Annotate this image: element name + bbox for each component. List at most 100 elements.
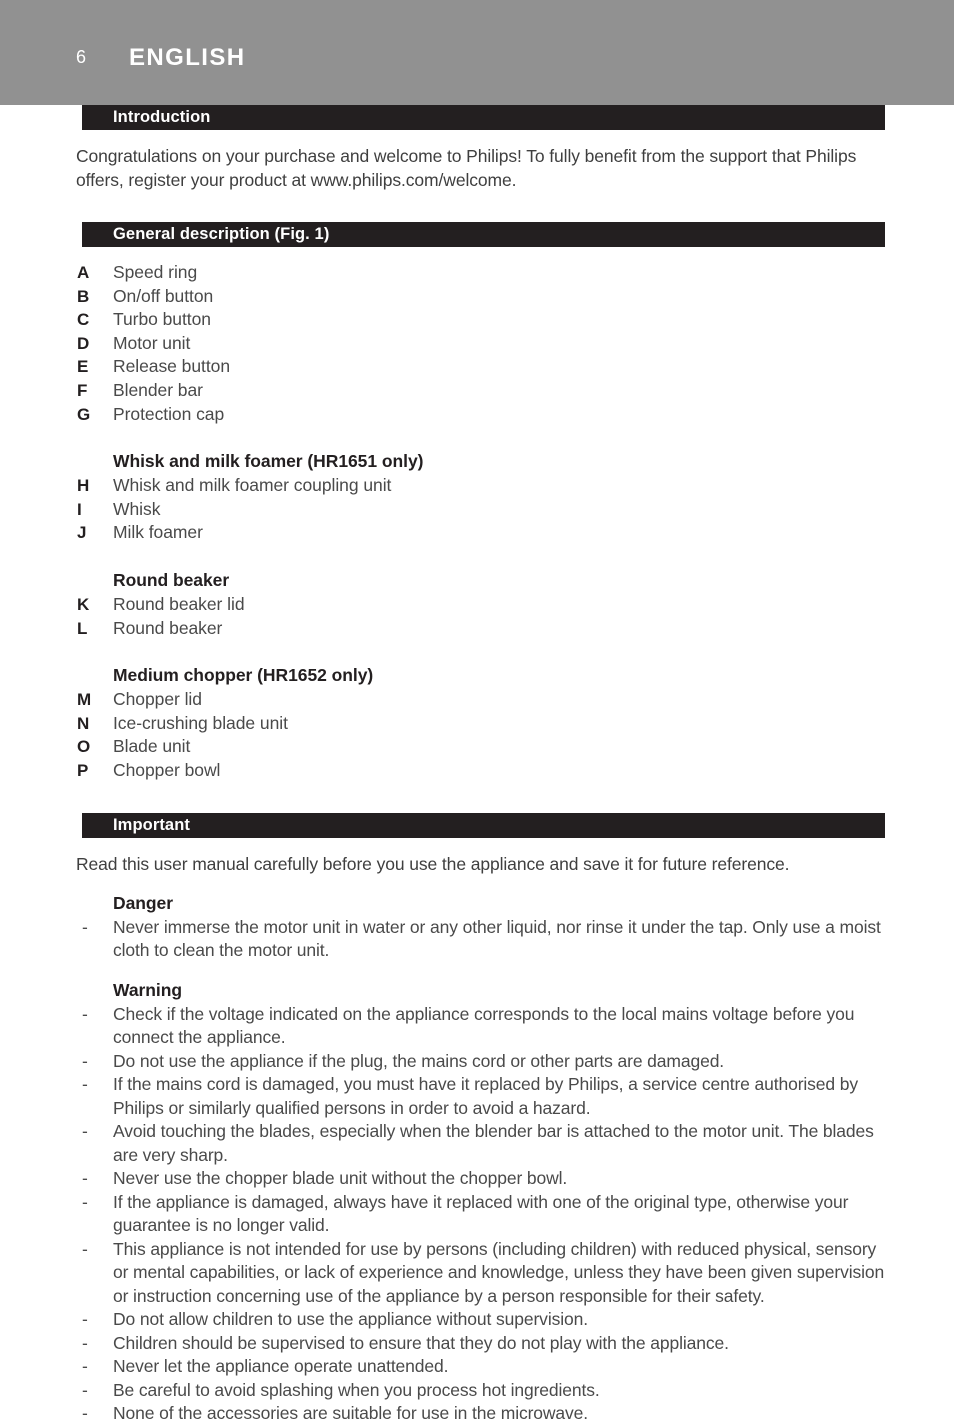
list-item: G Protection cap	[0, 403, 954, 427]
part-letter: G	[77, 404, 91, 424]
list-item: D Motor unit	[0, 332, 954, 356]
list-item: E Release button	[0, 355, 954, 379]
bullet-dash: -	[82, 1379, 88, 1400]
subheading-chopper-group: Medium chopper (HR1652 only)	[113, 665, 374, 686]
part-name: Blender bar	[113, 379, 203, 400]
bullet-text: Never let the appliance operate unattend…	[113, 1356, 449, 1376]
bullet-text: If the appliance is damaged, always have…	[113, 1191, 849, 1236]
bullet-dash: -	[82, 1356, 88, 1376]
part-name: Round beaker	[113, 617, 223, 638]
part-name: Speed ring	[113, 262, 198, 282]
introduction-paragraph: Congratulations on your purchase and wel…	[76, 146, 857, 190]
section-bar-important: Important	[82, 812, 885, 838]
list-item: J Milk foamer	[0, 521, 954, 545]
section-bar-label-important: Important	[113, 815, 190, 834]
part-name: Blade unit	[113, 736, 191, 757]
section-bar-label-introduction: Introduction	[113, 108, 211, 127]
part-name: Chopper lid	[113, 689, 202, 710]
list-item: - Do not use the appliance if the plug, …	[0, 1050, 954, 1074]
part-name: Ice-crushing blade unit	[113, 712, 288, 733]
part-name: Whisk	[113, 498, 161, 519]
part-letter: K	[77, 594, 90, 614]
page-title: ENGLISH	[129, 44, 246, 71]
bullet-text: None of the accessories are suitable for…	[113, 1403, 589, 1423]
bullet-dash: -	[82, 916, 88, 937]
subheading-beaker-group: Round beaker	[113, 569, 230, 590]
subheading-warning: Warning	[113, 979, 182, 1000]
important-paragraph: Read this user manual carefully before y…	[76, 853, 790, 874]
bullet-dash: -	[82, 1238, 88, 1259]
part-letter: D	[77, 333, 90, 353]
list-item: - If the mains cord is damaged, you must…	[0, 1073, 954, 1120]
bullet-dash: -	[82, 1003, 88, 1024]
bullet-text: Avoid touching the blades, especially wh…	[113, 1121, 874, 1165]
list-item: N Ice-crushing blade unit	[0, 712, 954, 736]
bullet-text: Check if the voltage indicated on the ap…	[113, 1003, 855, 1048]
list-item: - Children should be supervised to ensur…	[0, 1332, 954, 1356]
part-name: Whisk and milk foamer coupling unit	[113, 475, 392, 496]
list-item: B On/off button	[0, 285, 954, 309]
part-list-beaker: K Round beaker lid L Round beaker	[0, 593, 954, 640]
bullet-dash: -	[82, 1050, 88, 1071]
part-name: Round beaker lid	[113, 593, 245, 614]
list-item: - Never let the appliance operate unatte…	[0, 1355, 954, 1379]
part-name: Protection cap	[113, 403, 225, 424]
part-list-chopper: M Chopper lid N Ice-crushing blade unit …	[0, 688, 954, 782]
list-item: - Avoid touching the blades, especially …	[0, 1120, 954, 1167]
bullet-dash: -	[82, 1074, 88, 1094]
part-letter: F	[77, 380, 88, 400]
list-item: P Chopper bowl	[0, 759, 954, 783]
part-name: On/off button	[113, 285, 214, 306]
part-letter: A	[77, 263, 90, 282]
page-content: Introduction Congratulations on your pur…	[0, 105, 954, 1426]
part-letter: B	[77, 286, 90, 306]
bullet-text: Be careful to avoid splashing when you p…	[113, 1379, 600, 1400]
list-item: - Be careful to avoid splashing when you…	[0, 1379, 954, 1403]
part-list-whisk: H Whisk and milk foamer coupling unit I …	[0, 474, 954, 545]
list-item: K Round beaker lid	[0, 593, 954, 617]
part-letter: J	[77, 523, 87, 543]
bullet-dash: -	[82, 1168, 88, 1188]
list-item: M Chopper lid	[0, 688, 954, 712]
section-bar-label-general-description: General description (Fig. 1)	[113, 225, 330, 244]
bullet-dash: -	[82, 1309, 88, 1329]
part-name: Motor unit	[113, 332, 191, 353]
list-item: F Blender bar	[0, 379, 954, 403]
bullet-dash: -	[82, 1403, 88, 1423]
part-letter: E	[77, 357, 89, 377]
bullet-text: Do not use the appliance if the plug, th…	[113, 1050, 725, 1071]
list-item: - If the appliance is damaged, always ha…	[0, 1191, 954, 1238]
part-name: Chopper bowl	[113, 759, 221, 780]
list-item: - Never immerse the motor unit in water …	[0, 916, 954, 963]
part-letter: L	[77, 618, 88, 638]
list-item: - Check if the voltage indicated on the …	[0, 1003, 954, 1050]
bullet-dash: -	[82, 1191, 88, 1212]
part-name: Milk foamer	[113, 522, 203, 543]
part-letter: P	[77, 760, 89, 780]
bullet-text: Children should be supervised to ensure …	[113, 1332, 729, 1353]
part-letter: O	[77, 737, 91, 757]
part-list-main: A Speed ring B On/off button C Turbo but…	[0, 261, 954, 426]
part-name: Release button	[113, 356, 231, 377]
page-number: 6	[76, 47, 87, 67]
list-item: L Round beaker	[0, 617, 954, 641]
part-letter: C	[77, 310, 90, 330]
list-item: - This appliance is not intended for use…	[0, 1238, 954, 1309]
subheading-danger: Danger	[113, 892, 173, 913]
part-letter: I	[77, 499, 82, 519]
list-item: H Whisk and milk foamer coupling unit	[0, 474, 954, 498]
part-letter: M	[77, 690, 92, 710]
bullet-text: This appliance is not intended for use b…	[113, 1238, 885, 1306]
bullet-dash: -	[82, 1332, 88, 1353]
subheading-whisk-group: Whisk and milk foamer (HR1651 only)	[113, 451, 424, 472]
part-name: Turbo button	[113, 309, 211, 330]
section-bar-introduction: Introduction	[82, 105, 885, 130]
part-letter: H	[77, 476, 90, 496]
bullet-text: Never use the chopper blade unit without…	[113, 1168, 568, 1188]
list-item: - Do not allow children to use the appli…	[0, 1308, 954, 1332]
bullet-dash: -	[82, 1121, 88, 1141]
